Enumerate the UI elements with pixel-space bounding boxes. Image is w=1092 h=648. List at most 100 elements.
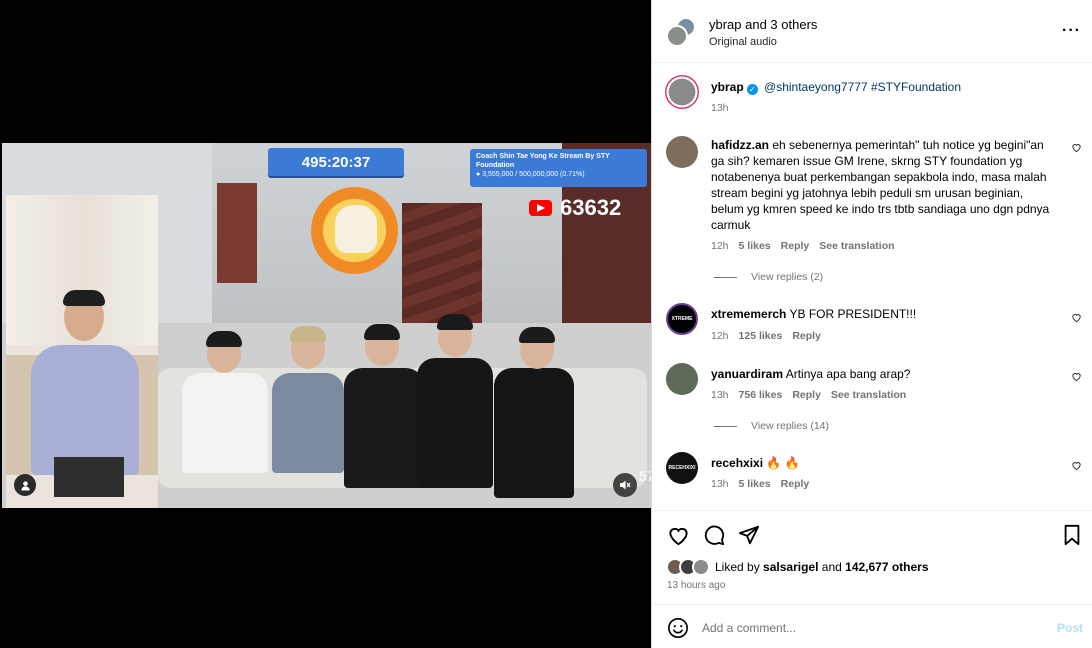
user-icon bbox=[20, 480, 30, 491]
media-viewer: 495:20:37 Coach Shin Tae Yong Ke Stream … bbox=[0, 0, 651, 648]
reply-button[interactable]: Reply bbox=[792, 389, 821, 401]
donation-amount: ● 3,555,000 / 500,000,000 (0.71%) bbox=[476, 170, 641, 179]
heart-icon bbox=[1072, 373, 1081, 382]
comment-avatar[interactable] bbox=[666, 136, 698, 168]
replies-line bbox=[714, 425, 737, 427]
mute-button[interactable] bbox=[613, 473, 637, 497]
comment-like-icon[interactable] bbox=[1071, 142, 1082, 156]
person-5 bbox=[494, 368, 574, 498]
verified-icon: ✓ bbox=[746, 84, 758, 95]
emoji-icon bbox=[668, 618, 688, 638]
comment-avatar[interactable]: RECEHXIXI bbox=[666, 452, 698, 484]
post-author-title[interactable]: ybrap and 3 others bbox=[709, 17, 817, 32]
comment-time: 13h bbox=[711, 478, 729, 490]
heart-icon bbox=[1072, 462, 1081, 471]
youtube-icon bbox=[529, 200, 552, 216]
comments-list[interactable]: ybrap ✓ @shintaeyong7777 #STYFoundation 1… bbox=[652, 63, 1092, 510]
comment-likes[interactable]: 756 likes bbox=[739, 389, 783, 401]
person-4-hair bbox=[437, 314, 473, 330]
reply-button[interactable]: Reply bbox=[781, 240, 810, 252]
caption-text: ybrap ✓ @shintaeyong7777 #STYFoundation bbox=[711, 79, 1056, 95]
comment-like-icon[interactable] bbox=[1071, 460, 1082, 474]
view-replies-label: View replies (14) bbox=[751, 420, 830, 432]
comment-likes[interactable]: 5 likes bbox=[739, 240, 771, 252]
avatar bbox=[666, 25, 688, 47]
user-tag-button[interactable] bbox=[14, 474, 36, 496]
reply-button[interactable]: Reply bbox=[781, 478, 810, 490]
comment-likes[interactable]: 125 likes bbox=[739, 330, 783, 342]
comment-likes[interactable]: 5 likes bbox=[739, 478, 771, 490]
share-button[interactable] bbox=[737, 523, 761, 547]
liked-by-others[interactable]: 142,677 others bbox=[845, 560, 928, 574]
see-translation-button[interactable]: See translation bbox=[819, 240, 894, 252]
comment-like-icon[interactable] bbox=[1071, 312, 1082, 326]
comment-avatar[interactable] bbox=[666, 363, 698, 395]
comment-button[interactable] bbox=[702, 523, 726, 547]
person-2 bbox=[272, 373, 344, 473]
comment-text: yanuardiram Artinya apa bang arap? bbox=[711, 366, 1056, 382]
comment-avatar[interactable]: XTREME bbox=[666, 303, 698, 335]
caption-username[interactable]: ybrap bbox=[711, 80, 744, 94]
donation-goal: Coach Shin Tae Yong Ke Stream By STY Fou… bbox=[470, 149, 647, 187]
comment-meta: 13h 5 likes Reply bbox=[711, 478, 809, 490]
original-audio-link[interactable]: Original audio bbox=[709, 36, 777, 48]
sunny-logo-face bbox=[335, 205, 377, 253]
muted-speaker-icon bbox=[620, 480, 631, 490]
view-replies-button[interactable]: View replies (2) bbox=[714, 271, 823, 283]
webcam-person-hair bbox=[63, 290, 105, 306]
video-frame[interactable]: 495:20:37 Coach Shin Tae Yong Ke Stream … bbox=[2, 143, 651, 508]
caption-mention[interactable]: @shintaeyong7777 bbox=[764, 80, 868, 94]
comment-body: YB FOR PRESIDENT!!! bbox=[789, 307, 917, 321]
liked-by-user[interactable]: salsarigel bbox=[763, 560, 818, 574]
person-4 bbox=[417, 358, 493, 488]
comment-text: xtrememerch YB FOR PRESIDENT!!! bbox=[711, 306, 1056, 322]
caption-avatar[interactable] bbox=[665, 75, 699, 109]
see-translation-button[interactable]: See translation bbox=[831, 389, 906, 401]
caption-hashtag[interactable]: #STYFoundation bbox=[871, 80, 961, 94]
person-2-hair bbox=[290, 326, 326, 342]
comment-body: 🔥 🔥 bbox=[766, 456, 800, 470]
comment-text: hafidzz.an eh sebenernya pemerintah" tuh… bbox=[711, 137, 1056, 233]
webcam-person-legs bbox=[54, 457, 124, 497]
person-1-hair bbox=[206, 331, 242, 347]
like-button[interactable] bbox=[666, 523, 690, 547]
bookmark-icon bbox=[1064, 524, 1080, 546]
youtube-viewer-count: 63632 bbox=[529, 195, 621, 221]
comment-username[interactable]: yanuardiram bbox=[711, 367, 783, 381]
comment-body: eh sebenernya pemerintah" tuh notice yg … bbox=[711, 138, 1050, 232]
comment-icon bbox=[704, 525, 725, 546]
donation-amount-text: 3,555,000 / 500,000,000 (0.71%) bbox=[482, 171, 585, 178]
heart-icon bbox=[1072, 144, 1081, 153]
view-replies-button[interactable]: View replies (14) bbox=[714, 420, 829, 432]
comment-input[interactable] bbox=[702, 618, 1032, 638]
donation-title: Coach Shin Tae Yong Ke Stream By STY Fou… bbox=[476, 153, 610, 169]
comment-like-icon[interactable] bbox=[1071, 371, 1082, 385]
heart-icon bbox=[668, 527, 688, 545]
comment-meta: 12h 5 likes Reply See translation bbox=[711, 240, 895, 252]
side-count: 57 bbox=[639, 468, 651, 484]
post-button[interactable]: Post bbox=[1057, 621, 1083, 635]
avatar-label: XTREME bbox=[671, 316, 693, 322]
caption-time: 13h bbox=[711, 102, 729, 114]
add-comment-bar: Post bbox=[652, 604, 1092, 648]
avatar-label: RECEHXIXI bbox=[668, 465, 696, 471]
emoji-button[interactable] bbox=[667, 617, 689, 644]
avatar bbox=[692, 558, 710, 576]
caption-meta: 13h bbox=[711, 102, 729, 114]
collab-avatars[interactable] bbox=[666, 17, 696, 47]
view-replies-label: View replies (2) bbox=[751, 271, 824, 283]
liked-by-text: Liked by salsarigel and 142,677 others bbox=[715, 560, 929, 574]
comment-time: 13h bbox=[711, 389, 729, 401]
comment-username[interactable]: hafidzz.an bbox=[711, 138, 769, 152]
comment-username[interactable]: recehxixi bbox=[711, 456, 763, 470]
reply-button[interactable]: Reply bbox=[792, 330, 821, 342]
more-icon[interactable]: ··· bbox=[1062, 22, 1081, 40]
post-time-ago[interactable]: 13 hours ago bbox=[667, 580, 725, 591]
comment-username[interactable]: xtrememerch bbox=[711, 307, 786, 321]
liked-by-avatars[interactable] bbox=[666, 558, 712, 576]
post-header: ybrap and 3 others Original audio ··· bbox=[652, 0, 1092, 63]
person-3 bbox=[344, 368, 424, 488]
save-button[interactable] bbox=[1060, 523, 1084, 547]
share-icon bbox=[738, 525, 760, 545]
comment-text: recehxixi 🔥 🔥 bbox=[711, 455, 1056, 471]
